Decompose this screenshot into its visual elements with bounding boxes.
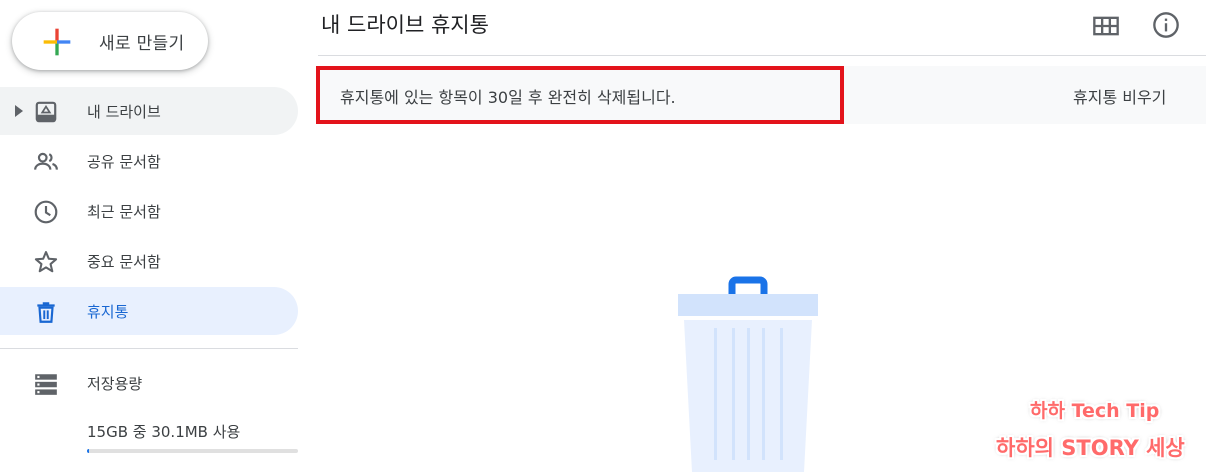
sidebar-item-label: 저장용량 (87, 375, 143, 393)
watermark-line-2: 하하의 STORY 세상 (996, 436, 1185, 460)
info-icon[interactable] (1152, 11, 1180, 39)
sidebar-item-label: 휴지통 (87, 303, 129, 321)
highlight-box (316, 66, 844, 124)
header-divider (318, 55, 1206, 56)
sidebar-item-starred[interactable]: 중요 문서함 (0, 237, 298, 285)
sidebar-item-trash[interactable]: 휴지통 (0, 287, 298, 335)
trash-icon (37, 302, 55, 323)
sidebar-item-label: 내 드라이브 (87, 103, 161, 121)
people-icon (34, 152, 58, 170)
app-root: 새로 만들기 내 드라이브 공유 문서함 최근 문서함 중요 문서함 휴지통 저… (0, 0, 1206, 472)
plus-icon (43, 28, 71, 56)
sidebar-item-recent[interactable]: 최근 문서함 (0, 187, 298, 235)
sidebar-item-label: 최근 문서함 (87, 203, 161, 221)
sidebar-item-my-drive[interactable]: 내 드라이브 (0, 87, 298, 135)
new-button-label: 새로 만들기 (99, 34, 185, 54)
storage-progress-bar (87, 449, 298, 453)
sidebar-item-shared[interactable]: 공유 문서함 (0, 137, 298, 185)
new-button[interactable]: 새로 만들기 (12, 12, 208, 70)
sidebar-item-label: 공유 문서함 (87, 153, 161, 171)
storage-icon (35, 374, 57, 395)
sidebar-item-storage[interactable]: 저장용량 (0, 359, 298, 407)
drive-icon (35, 101, 57, 123)
storage-usage-text: 15GB 중 30.1MB 사용 (87, 423, 241, 441)
sidebar-item-label: 중요 문서함 (87, 253, 161, 271)
empty-trash-illustration (678, 276, 818, 472)
star-icon (34, 251, 58, 273)
watermark-line-1: 하하 Tech Tip (1030, 400, 1160, 422)
empty-trash-button[interactable]: 휴지통 비우기 (1073, 84, 1166, 108)
grid-view-icon[interactable] (1092, 12, 1120, 40)
page-title: 내 드라이브 휴지통 (321, 13, 489, 37)
storage-progress-fill (87, 449, 89, 453)
expand-arrow-icon[interactable] (14, 105, 24, 117)
clock-icon (34, 200, 58, 224)
sidebar-divider (0, 348, 298, 349)
